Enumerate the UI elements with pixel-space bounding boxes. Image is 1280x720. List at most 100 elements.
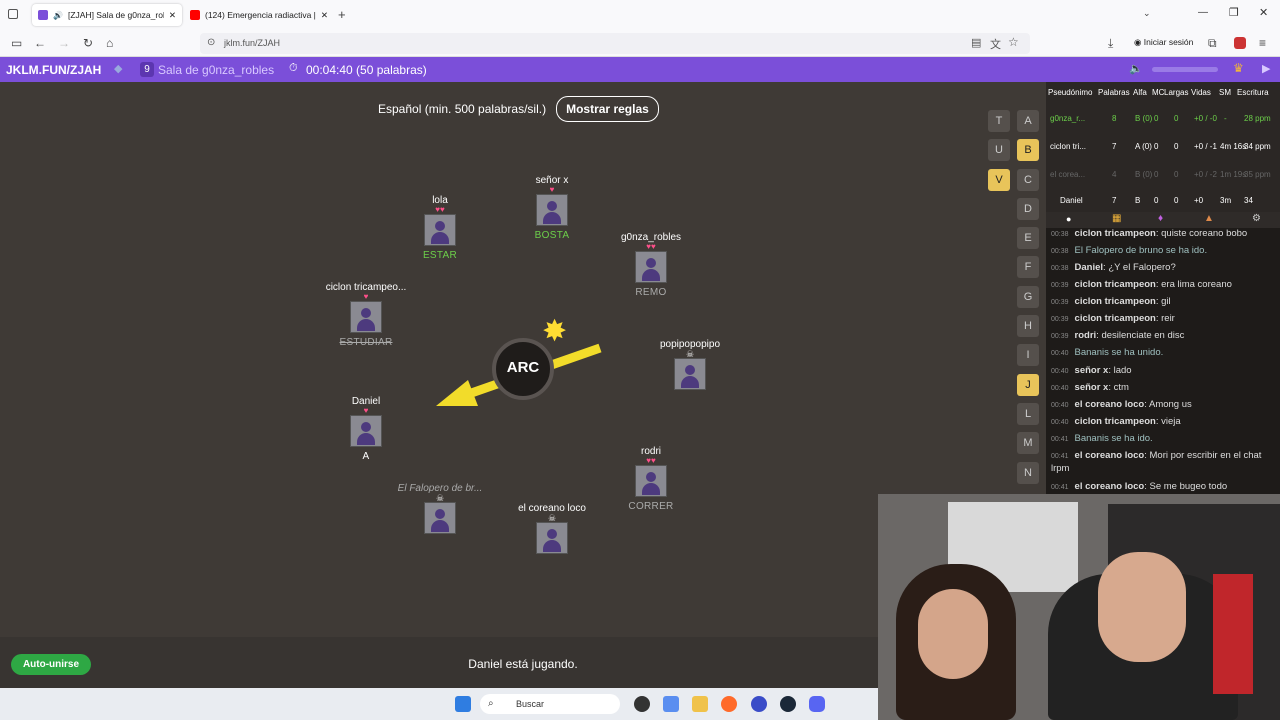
maximize-icon[interactable]: ❐	[1229, 6, 1239, 19]
menu-icon[interactable]: ≡	[1259, 36, 1266, 50]
copilot-icon[interactable]	[663, 696, 679, 712]
discord-icon[interactable]	[809, 696, 825, 712]
player-word: ESTUDIAR	[339, 337, 393, 348]
chat-text: reir	[1161, 313, 1175, 324]
firefox-icon[interactable]	[721, 696, 737, 712]
player-seat: g0nza_robles ♥♥ REMO	[596, 232, 706, 299]
chat-user[interactable]: ciclon tricampeon	[1075, 313, 1156, 324]
download-icon[interactable]: ⤓	[1108, 36, 1113, 51]
column-header[interactable]: Escritura	[1237, 88, 1269, 97]
file-explorer-icon[interactable]	[692, 696, 708, 712]
reload-icon[interactable]: ↻	[83, 36, 93, 50]
reader-view-icon[interactable]: ▤	[971, 36, 981, 49]
tab-game[interactable]: 🔊 [ZJAH] Sala de g0nza_robles ✕	[32, 4, 182, 26]
app-icon[interactable]	[634, 696, 650, 712]
chat-user[interactable]: el coreano loco	[1075, 481, 1145, 492]
mic-icon[interactable]: ♦	[1158, 213, 1163, 224]
player-seat: El Falopero de br... ☠	[385, 483, 495, 534]
forward-icon[interactable]: →	[58, 36, 70, 50]
player-name: el corea...	[1050, 170, 1086, 179]
chat-user[interactable]: señor x	[1075, 382, 1109, 393]
gear-icon[interactable]: ⚙	[1252, 213, 1261, 224]
letter-tile: F	[1017, 256, 1039, 278]
close-icon[interactable]: ✕	[169, 10, 176, 21]
chat-user[interactable]: el coreano loco	[1075, 450, 1145, 461]
chat-time: 00:40	[1051, 385, 1069, 392]
chat-user[interactable]: ciclon tricampeon	[1075, 416, 1156, 427]
tab-youtube[interactable]: (124) Emergencia radiactiva | 2( ✕	[184, 4, 334, 26]
player-word: BOSTA	[534, 230, 570, 241]
escritura-cell: 34 ppm	[1244, 142, 1271, 151]
collapse-sidebar-icon[interactable]: ▶	[1262, 62, 1270, 75]
sidebar-icon[interactable]: ▭	[11, 36, 22, 50]
audio-icon[interactable]: 🔊	[53, 11, 63, 20]
address-bar[interactable]: ⊙ jklm.fun/ZJAH ▤ 文 ☆	[200, 33, 1030, 54]
volume-slider[interactable]	[1152, 67, 1218, 72]
signin-button[interactable]: ◉ Iniciar sesión	[1134, 37, 1193, 48]
translate-icon[interactable]: 文	[990, 36, 1001, 52]
ea-icon[interactable]	[751, 696, 767, 712]
room-icon[interactable]: ▲	[1204, 213, 1214, 224]
words-cell: 4	[1112, 170, 1117, 179]
site-brand[interactable]: JKLM.FUN/ZJAH	[6, 63, 101, 77]
vidas-cell: +0 / -2	[1194, 170, 1217, 179]
chat-message: 00:40 ciclon tricampeon: vieja	[1051, 416, 1181, 427]
search-label: Buscar	[516, 699, 545, 709]
new-tab-icon[interactable]: +	[338, 7, 346, 22]
column-header[interactable]: SM	[1219, 88, 1231, 97]
chevron-down-icon[interactable]: ⌄	[1143, 8, 1151, 19]
search-icon: ⌕	[488, 698, 494, 709]
back-icon[interactable]: ←	[34, 36, 46, 50]
column-header[interactable]: Pseudónimo	[1048, 88, 1092, 97]
chat-text: ¿Y el Falopero?	[1108, 262, 1176, 273]
close-window-icon[interactable]: ✕	[1259, 6, 1268, 19]
scoreboard: Pseudónimo Palabras Alfa MC Largas Vidas…	[1046, 82, 1280, 212]
words-cell: 7	[1112, 142, 1117, 151]
sm-cell: 3m	[1220, 196, 1232, 205]
share-icon[interactable]: ◆	[114, 62, 122, 75]
chat-message: 00:39 ciclon tricampeon: gil	[1051, 296, 1171, 307]
players-icon[interactable]: ▦	[1112, 213, 1121, 224]
home-icon[interactable]: ⌂	[106, 36, 113, 50]
letter-tile: U	[988, 139, 1010, 161]
close-icon[interactable]: ✕	[321, 10, 328, 21]
steam-icon[interactable]	[780, 696, 796, 712]
chat-message: 00:38 El Falopero de bruno se ha ido.	[1051, 245, 1276, 258]
chat-text: quiste coreano bobo	[1161, 228, 1248, 239]
chat-bubble-icon[interactable]: ●	[1066, 214, 1071, 224]
sm-cell: 1m 19s	[1220, 170, 1247, 179]
tab-list-icon[interactable]	[8, 9, 18, 19]
chat-user[interactable]: Daniel	[1075, 262, 1104, 273]
windows-start-icon[interactable]	[455, 696, 471, 712]
chat-user[interactable]: ciclon tricampeon	[1075, 228, 1156, 239]
column-header[interactable]: Alfa	[1133, 88, 1147, 97]
chat-user[interactable]: el coreano loco	[1075, 399, 1145, 410]
chat-user[interactable]: ciclon tricampeon	[1075, 279, 1156, 290]
chat-message: 00:40 el coreano loco: Among us	[1051, 399, 1192, 410]
syllable-prompt: ARC	[506, 359, 540, 376]
largas-cell: 0	[1174, 170, 1179, 179]
taskbar-search[interactable]: ⌕ Buscar	[480, 694, 620, 714]
letter-tile: I	[1017, 344, 1039, 366]
site-info-icon[interactable]: ⊙	[207, 37, 215, 48]
escritura-cell: 35 ppm	[1244, 170, 1271, 179]
game-header: JKLM.FUN/ZJAH ◆ 9 Sala de g0nza_robles ⏱…	[0, 57, 1280, 82]
skull-icon: ☠	[685, 349, 695, 359]
column-header[interactable]: Largas	[1164, 88, 1188, 97]
extensions-icon[interactable]: ⧉	[1208, 36, 1217, 51]
largas-cell: 0	[1174, 196, 1179, 205]
chat-user[interactable]: ciclon tricampeon	[1075, 296, 1156, 307]
minimize-icon[interactable]: —	[1198, 7, 1208, 18]
chat-time: 00:40	[1051, 402, 1069, 409]
crown-icon[interactable]: ♛	[1233, 61, 1244, 75]
column-header[interactable]: MC	[1152, 88, 1164, 97]
show-rules-button[interactable]: Mostrar reglas	[556, 96, 659, 122]
chat-user[interactable]: señor x	[1075, 365, 1109, 376]
column-header[interactable]: Vidas	[1191, 88, 1211, 97]
chat-user[interactable]: rodri	[1075, 330, 1097, 341]
volume-icon[interactable]: 🔈	[1129, 62, 1143, 75]
column-header[interactable]: Palabras	[1098, 88, 1130, 97]
chat-time: 00:41	[1051, 484, 1069, 491]
bookmark-star-icon[interactable]: ☆	[1008, 35, 1019, 49]
ublock-icon[interactable]	[1234, 37, 1246, 49]
